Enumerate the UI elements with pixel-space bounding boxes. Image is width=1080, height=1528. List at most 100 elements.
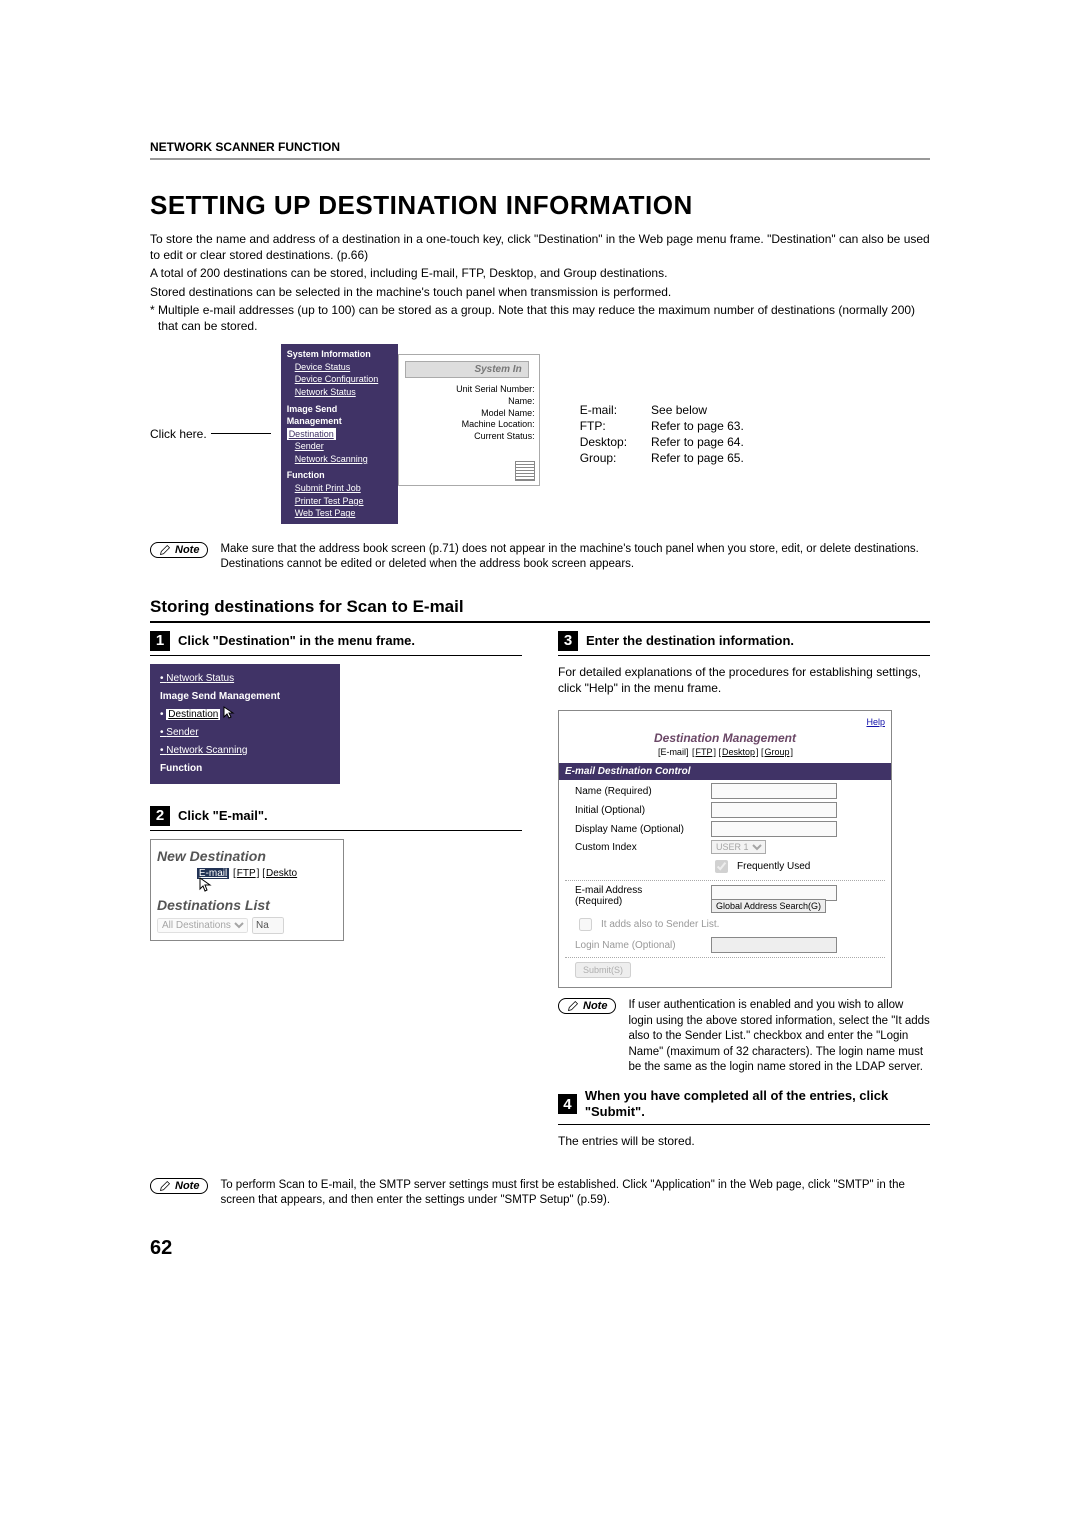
sysinfo-label: Unit Serial Number: bbox=[399, 384, 535, 396]
menu-item: Device Status bbox=[287, 361, 392, 374]
cursor-icon bbox=[223, 706, 235, 720]
display-input bbox=[711, 821, 837, 837]
step-3-screenshot: Help Destination Management [E-mail] [FT… bbox=[558, 710, 892, 988]
figure-row: Click here. System Information Device St… bbox=[150, 344, 930, 524]
form-label: Initial (Optional) bbox=[575, 805, 705, 816]
na-field bbox=[252, 917, 284, 934]
tab-ftp: FTP bbox=[237, 868, 256, 879]
step-4-head: 4 When you have completed all of the ent… bbox=[558, 1088, 930, 1126]
reference-table: E-mail:See below FTP:Refer to page 63. D… bbox=[580, 402, 768, 466]
ref-key: FTP: bbox=[580, 418, 651, 434]
menu-and-sysinfo: System Information Device Status Device … bbox=[281, 344, 540, 524]
form-row: Submit(S) bbox=[575, 962, 885, 978]
step-number: 2 bbox=[150, 806, 170, 826]
section-subtitle: Storing destinations for Scan to E-mail bbox=[150, 597, 930, 617]
step-title: When you have completed all of the entri… bbox=[585, 1088, 930, 1121]
right-column: 3 Enter the destination information. For… bbox=[558, 631, 930, 1164]
header-rule bbox=[150, 158, 930, 160]
ref-val: Refer to page 64. bbox=[651, 434, 768, 450]
note-label: Note bbox=[583, 1000, 607, 1012]
intro-p1: To store the name and address of a desti… bbox=[150, 231, 930, 263]
pencil-icon bbox=[567, 1000, 579, 1012]
note-label: Note bbox=[175, 544, 199, 556]
sysinfo-label: Machine Location: bbox=[399, 419, 535, 431]
ref-key: Desktop: bbox=[580, 434, 651, 450]
menu-item: Submit Print Job bbox=[287, 482, 392, 495]
left-column: 1 Click "Destination" in the menu frame.… bbox=[150, 631, 522, 1164]
menu-item: Network Scanning bbox=[287, 453, 392, 466]
menu-item-selected: Destination bbox=[166, 709, 220, 720]
form-row: It adds also to Sender List. bbox=[575, 915, 885, 934]
tab-email: [E-mail] bbox=[658, 747, 689, 757]
step-number: 4 bbox=[558, 1094, 577, 1114]
freq-checkbox bbox=[715, 860, 728, 873]
tab-links: E-mail [FTP] [Deskto bbox=[157, 868, 337, 879]
form-label: E-mail Address(Required) bbox=[575, 885, 705, 907]
note-1: Note Make sure that the address book scr… bbox=[150, 542, 930, 573]
click-here-text: Click here. bbox=[150, 427, 207, 441]
senderlist-label: It adds also to Sender List. bbox=[601, 919, 719, 930]
step-title: Click "E-mail". bbox=[178, 808, 268, 824]
step-number: 3 bbox=[558, 631, 578, 651]
printer-icon bbox=[515, 461, 535, 481]
note-badge: Note bbox=[150, 1178, 208, 1194]
web-menu-screenshot: System Information Device Status Device … bbox=[281, 344, 398, 524]
form-label: Display Name (Optional) bbox=[575, 824, 705, 835]
step-1-screenshot: Network Status Image Send Management Des… bbox=[150, 664, 340, 784]
dm-tabs: [E-mail] [FTP] [Desktop] [Group] bbox=[565, 747, 885, 757]
system-info-screenshot: System In Unit Serial Number: Name: Mode… bbox=[398, 354, 540, 486]
sysinfo-label: Model Name: bbox=[399, 408, 535, 420]
menu-item-selected: Destination bbox=[287, 428, 336, 441]
menu-item: Network Scanning bbox=[160, 742, 330, 760]
menu-heading: Image Send Management bbox=[160, 688, 330, 706]
login-input bbox=[711, 937, 837, 953]
help-link: Help bbox=[565, 717, 885, 727]
cursor-icon bbox=[199, 877, 213, 893]
intro-p3: Stored destinations can be selected in t… bbox=[150, 284, 930, 300]
menu-item: Sender bbox=[287, 440, 392, 453]
panel-heading: New Destination bbox=[157, 848, 337, 864]
note-text: If user authentication is enabled and yo… bbox=[628, 998, 930, 1076]
index-select: USER 1 bbox=[711, 840, 766, 854]
note-2: Note To perform Scan to E-mail, the SMTP… bbox=[150, 1178, 930, 1209]
form-label: Custom Index bbox=[575, 842, 705, 853]
menu-item: Web Test Page bbox=[287, 507, 392, 520]
intro-block: To store the name and address of a desti… bbox=[150, 231, 930, 334]
table-row: E-mail:See below bbox=[580, 402, 768, 418]
note-label: Note bbox=[175, 1180, 199, 1192]
ref-key: Group: bbox=[580, 450, 651, 466]
tab-email: E-mail bbox=[197, 868, 229, 879]
pencil-icon bbox=[159, 1180, 171, 1192]
menu-item: Network Status bbox=[287, 386, 392, 399]
pencil-icon bbox=[159, 544, 171, 556]
sysinfo-labels: Unit Serial Number: Name: Model Name: Ma… bbox=[399, 384, 539, 442]
steps-columns: 1 Click "Destination" in the menu frame.… bbox=[150, 631, 930, 1164]
senderlist-checkbox bbox=[579, 918, 592, 931]
destinations-select: All Destinations bbox=[157, 918, 248, 933]
page: NETWORK SCANNER FUNCTION SETTING UP DEST… bbox=[150, 140, 930, 1260]
click-here-label: Click here. bbox=[150, 427, 271, 441]
ref-val: Refer to page 65. bbox=[651, 450, 768, 466]
form-row: Custom Index USER 1 bbox=[575, 840, 885, 854]
freq-label: Frequently Used bbox=[737, 861, 810, 872]
page-number: 62 bbox=[150, 1237, 930, 1260]
form-row: Login Name (Optional) bbox=[575, 937, 885, 953]
page-title: SETTING UP DESTINATION INFORMATION bbox=[150, 190, 930, 221]
step-3-head: 3 Enter the destination information. bbox=[558, 631, 930, 656]
step-4-body: The entries will be stored. bbox=[558, 1133, 930, 1149]
tab-desktop: Desktop bbox=[722, 747, 755, 757]
menu-item: Printer Test Page bbox=[287, 495, 392, 508]
initial-input bbox=[711, 802, 837, 818]
menu-item: Sender bbox=[160, 724, 330, 742]
table-row: FTP:Refer to page 63. bbox=[580, 418, 768, 434]
menu-item: Device Configuration bbox=[287, 373, 392, 386]
menu-h2: Image Send Management bbox=[287, 403, 392, 428]
step-2-screenshot: New Destination E-mail [FTP] [Deskto Des… bbox=[150, 839, 344, 941]
tab-ftp: FTP bbox=[695, 747, 712, 757]
table-row: Group:Refer to page 65. bbox=[580, 450, 768, 466]
form-row: Display Name (Optional) bbox=[575, 821, 885, 837]
form-row: Name (Required) bbox=[575, 783, 885, 799]
sysinfo-tab: System In bbox=[405, 361, 529, 378]
sysinfo-label: Name: bbox=[399, 396, 535, 408]
note-badge: Note bbox=[558, 998, 616, 1014]
